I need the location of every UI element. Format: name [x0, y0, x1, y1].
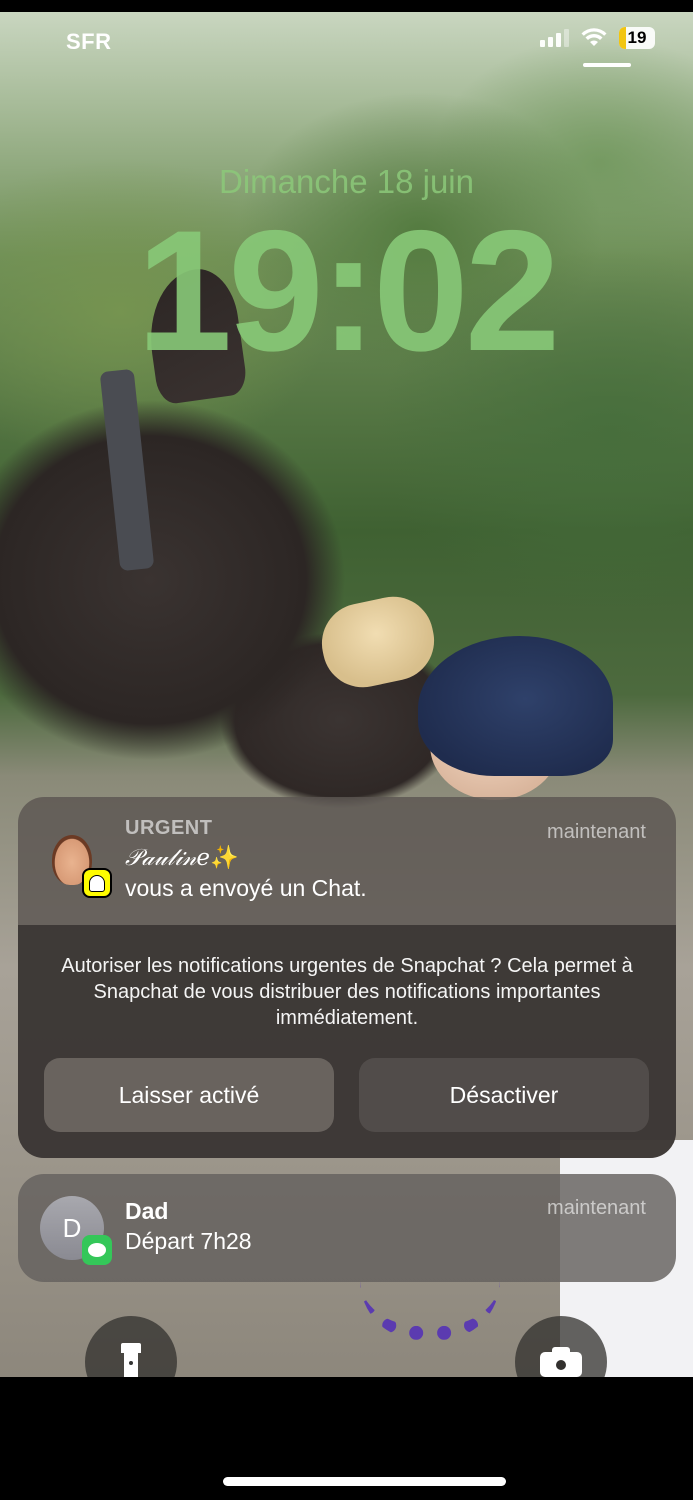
- notification-header[interactable]: URGENT maintenant 𝒫𝒶𝓊𝓁𝒾𝓃𝑒✨ vous a envoyé…: [18, 797, 676, 925]
- battery-percentage: 19: [627, 28, 647, 47]
- cellular-signal-icon: [540, 29, 569, 47]
- snapchat-ghost-icon: [82, 868, 112, 898]
- prompt-text: Autoriser les notifications urgentes de …: [61, 955, 633, 1029]
- notification-message: Départ 7h28: [125, 1228, 252, 1254]
- keep-enabled-button[interactable]: Laisser activé: [44, 1058, 334, 1132]
- urgent-label: URGENT: [125, 817, 213, 839]
- urgent-prompt: Autoriser les notifications urgentes de …: [18, 925, 676, 1158]
- status-icons: 19: [540, 27, 655, 49]
- disable-button[interactable]: Désactiver: [359, 1058, 649, 1132]
- battery-icon: 19: [619, 27, 655, 49]
- sparkles-emoji: ✨: [210, 845, 239, 871]
- notification-sender: 𝒫𝒶𝓊𝓁𝒾𝓃𝑒✨: [125, 844, 239, 871]
- wifi-icon: [581, 28, 607, 46]
- notification-time: maintenant: [547, 1197, 646, 1219]
- notification-sender: Dad: [125, 1198, 169, 1224]
- notification-time: maintenant: [547, 821, 646, 843]
- notification-message: vous a envoyé un Chat.: [125, 875, 367, 901]
- sender-name: 𝒫𝒶𝓊𝓁𝒾𝓃𝑒: [125, 845, 211, 871]
- snapchat-notification[interactable]: URGENT maintenant 𝒫𝒶𝓊𝓁𝒾𝓃𝑒✨ vous a envoyé…: [18, 797, 676, 1158]
- home-indicator[interactable]: [223, 1477, 506, 1486]
- camera-icon: [540, 1347, 582, 1377]
- battery-fill: [619, 27, 626, 49]
- top-black-strip: [0, 0, 693, 12]
- lock-clock: 19:02: [136, 195, 561, 387]
- status-indicator-line: [583, 63, 631, 67]
- messages-notification[interactable]: D Dad maintenant Départ 7h28: [18, 1174, 676, 1282]
- cap: [418, 636, 613, 776]
- flashlight-icon: [121, 1343, 141, 1381]
- messages-bubble-icon: [82, 1235, 112, 1265]
- carrier-name: SFR: [66, 29, 112, 54]
